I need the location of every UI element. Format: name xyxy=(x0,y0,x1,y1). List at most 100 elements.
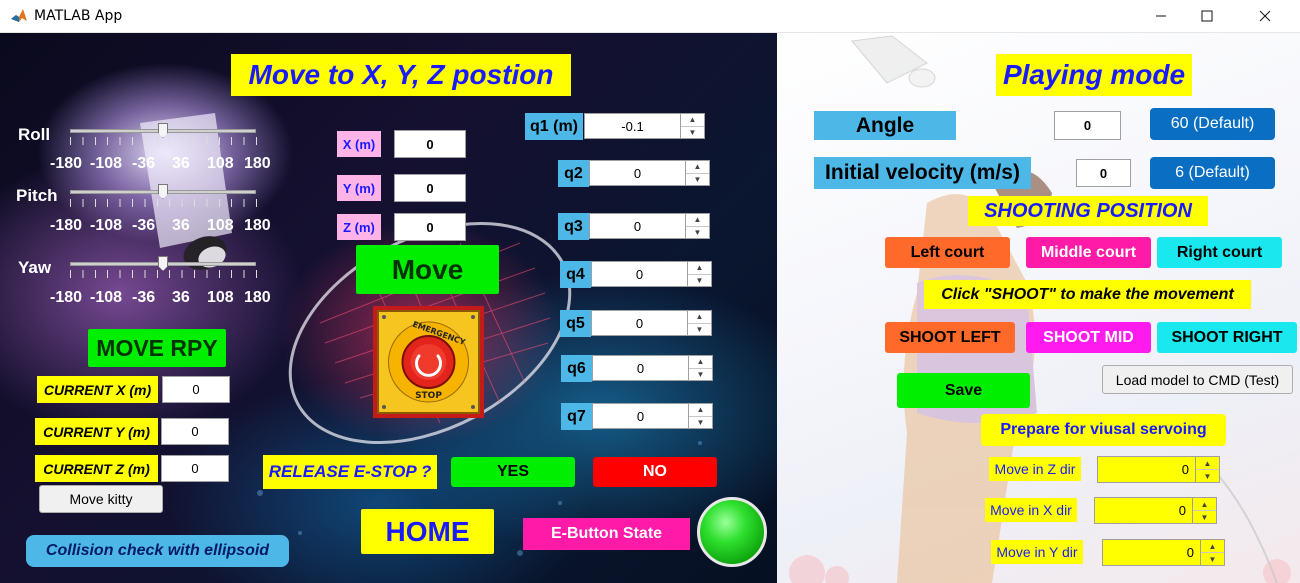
release-estop-label: RELEASE E-STOP ? xyxy=(263,455,437,489)
slider-tick-label: -36 xyxy=(132,289,156,306)
spinner-up-icon[interactable]: ▲ xyxy=(686,214,709,226)
joint-label-q2: q2 xyxy=(558,160,589,187)
spinner-up-icon[interactable]: ▲ xyxy=(688,311,711,323)
ebutton-state-label: E-Button State xyxy=(523,518,690,550)
move-y-value: 0 xyxy=(1186,545,1194,560)
move-xyz-heading: Move to X, Y, Z postion xyxy=(231,54,571,96)
spinner-up-icon[interactable]: ▲ xyxy=(688,262,711,274)
slider-tick-label: 180 xyxy=(244,289,271,306)
angle-field[interactable]: 0 xyxy=(1054,111,1121,140)
spinner-up-icon[interactable]: ▲ xyxy=(689,356,712,368)
spinner-up-icon[interactable]: ▲ xyxy=(681,114,704,126)
joint-spinner-q3[interactable]: 0 ▲ ▼ xyxy=(589,213,710,239)
spinner-up-icon[interactable]: ▲ xyxy=(686,161,709,173)
slider-tick-label: 108 xyxy=(207,289,234,306)
left-court-button[interactable]: Left court xyxy=(885,237,1010,268)
current-y-label: CURRENT Y (m) xyxy=(35,418,158,445)
slider-tick-label: 180 xyxy=(244,217,271,234)
velocity-default-button[interactable]: 6 (Default) xyxy=(1150,157,1275,189)
maximize-icon[interactable] xyxy=(1184,0,1230,32)
joint-spinner-q5[interactable]: 0 ▲ ▼ xyxy=(591,310,712,336)
spinner-down-icon[interactable]: ▼ xyxy=(688,322,711,336)
slider-tick-label: 36 xyxy=(172,217,190,234)
playing-mode-panel: Playing mode Angle 0 60 (Default) Initia… xyxy=(777,33,1300,583)
spinner-down-icon[interactable]: ▼ xyxy=(1193,510,1216,523)
move-y-label: Move in Y dir xyxy=(991,540,1083,564)
spinner-down-icon[interactable]: ▼ xyxy=(689,367,712,381)
save-button[interactable]: Save xyxy=(897,373,1030,408)
joint-value: 0 xyxy=(636,360,645,376)
slider-label-roll: Roll xyxy=(18,125,51,144)
collision-check-label: Collision check with ellipsoid xyxy=(26,535,289,567)
spinner-down-icon[interactable]: ▼ xyxy=(1201,552,1224,565)
joint-spinner-q1[interactable]: -0.1 ▲ ▼ xyxy=(584,113,705,139)
spinner-down-icon[interactable]: ▼ xyxy=(1196,469,1219,482)
emergency-stop-button[interactable]: EMERGENCY STOP xyxy=(373,306,484,418)
home-button[interactable]: HOME xyxy=(361,509,494,554)
spinner-down-icon[interactable]: ▼ xyxy=(689,415,712,429)
move-z-spinner[interactable]: 0 ▲ ▼ xyxy=(1097,456,1220,483)
current-y-field[interactable]: 0 xyxy=(161,418,229,445)
move-rpy-button[interactable]: MOVE RPY xyxy=(88,329,226,367)
move-x-spinner[interactable]: 0 ▲ ▼ xyxy=(1094,497,1217,524)
middle-court-button[interactable]: Middle court xyxy=(1026,237,1151,268)
spinner-up-icon[interactable]: ▲ xyxy=(689,404,712,416)
spinner-down-icon[interactable]: ▼ xyxy=(686,225,709,239)
slider-ticks xyxy=(70,137,257,145)
window-title: MATLAB App xyxy=(34,8,123,24)
joint-label-q6: q6 xyxy=(561,355,592,382)
slider-tick-label: -108 xyxy=(90,155,123,172)
angle-default-button[interactable]: 60 (Default) xyxy=(1150,108,1275,140)
emergency-stop-icon: EMERGENCY STOP xyxy=(382,315,475,409)
shoot-left-button[interactable]: SHOOT LEFT xyxy=(885,322,1015,353)
yes-button[interactable]: YES xyxy=(451,457,575,487)
spinner-up-icon[interactable]: ▲ xyxy=(1193,498,1216,510)
joint-spinner-q7[interactable]: 0 ▲ ▼ xyxy=(592,403,713,429)
move-kitty-button[interactable]: Move kitty xyxy=(39,485,163,513)
shooting-position-heading: SHOOTING POSITION xyxy=(968,196,1208,226)
spinner-up-icon[interactable]: ▲ xyxy=(1201,540,1224,552)
slider-tick-label: 180 xyxy=(244,155,271,172)
slider-tick-label: -180 xyxy=(50,155,83,172)
slider-tick-label: 36 xyxy=(172,289,190,306)
move-y-spinner[interactable]: 0 ▲ ▼ xyxy=(1102,539,1225,566)
joint-value: 0 xyxy=(635,266,644,282)
move-button[interactable]: Move xyxy=(356,245,499,294)
load-model-button[interactable]: Load model to CMD (Test) xyxy=(1102,365,1293,394)
current-z-field[interactable]: 0 xyxy=(161,455,229,482)
x-label: X (m) xyxy=(337,131,381,157)
spinner-down-icon[interactable]: ▼ xyxy=(688,273,711,287)
joint-spinner-q4[interactable]: 0 ▲ ▼ xyxy=(591,261,712,287)
angle-label: Angle xyxy=(814,111,956,140)
no-button[interactable]: NO xyxy=(593,457,717,487)
z-field[interactable]: 0 xyxy=(394,213,466,241)
current-z-label: CURRENT Z (m) xyxy=(35,455,158,482)
move-x-label: Move in X dir xyxy=(985,498,1077,522)
spinner-up-icon[interactable]: ▲ xyxy=(1196,457,1219,469)
slider-tick-label: 36 xyxy=(172,155,190,172)
joint-spinner-q6[interactable]: 0 ▲ ▼ xyxy=(592,355,713,381)
move-z-value: 0 xyxy=(1181,462,1189,477)
move-panel: Move to X, Y, Z postion Roll -180 -108 -36 3… xyxy=(0,33,777,583)
title-bar: MATLAB App xyxy=(0,0,1300,33)
y-field[interactable]: 0 xyxy=(394,174,466,202)
spinner-down-icon[interactable]: ▼ xyxy=(686,172,709,186)
spinner-down-icon[interactable]: ▼ xyxy=(681,125,704,139)
shoot-right-button[interactable]: SHOOT RIGHT xyxy=(1157,322,1297,353)
slider-label-pitch: Pitch xyxy=(16,186,58,205)
close-icon[interactable] xyxy=(1242,0,1288,32)
right-court-button[interactable]: Right court xyxy=(1157,237,1282,268)
joint-label-q4: q4 xyxy=(560,261,591,288)
x-field[interactable]: 0 xyxy=(394,130,466,158)
shoot-mid-button[interactable]: SHOOT MID xyxy=(1026,322,1151,353)
joint-label-q7: q7 xyxy=(561,403,592,430)
current-x-field[interactable]: 0 xyxy=(162,376,230,403)
slider-tick-label: -36 xyxy=(132,217,156,234)
joint-spinner-q2[interactable]: 0 ▲ ▼ xyxy=(589,160,710,186)
move-z-label: Move in Z dir xyxy=(989,457,1081,481)
velocity-field[interactable]: 0 xyxy=(1076,159,1131,187)
minimize-icon[interactable] xyxy=(1138,0,1184,32)
move-x-value: 0 xyxy=(1178,503,1186,518)
matlab-logo-icon xyxy=(10,7,28,25)
joint-value: 0 xyxy=(633,165,642,181)
